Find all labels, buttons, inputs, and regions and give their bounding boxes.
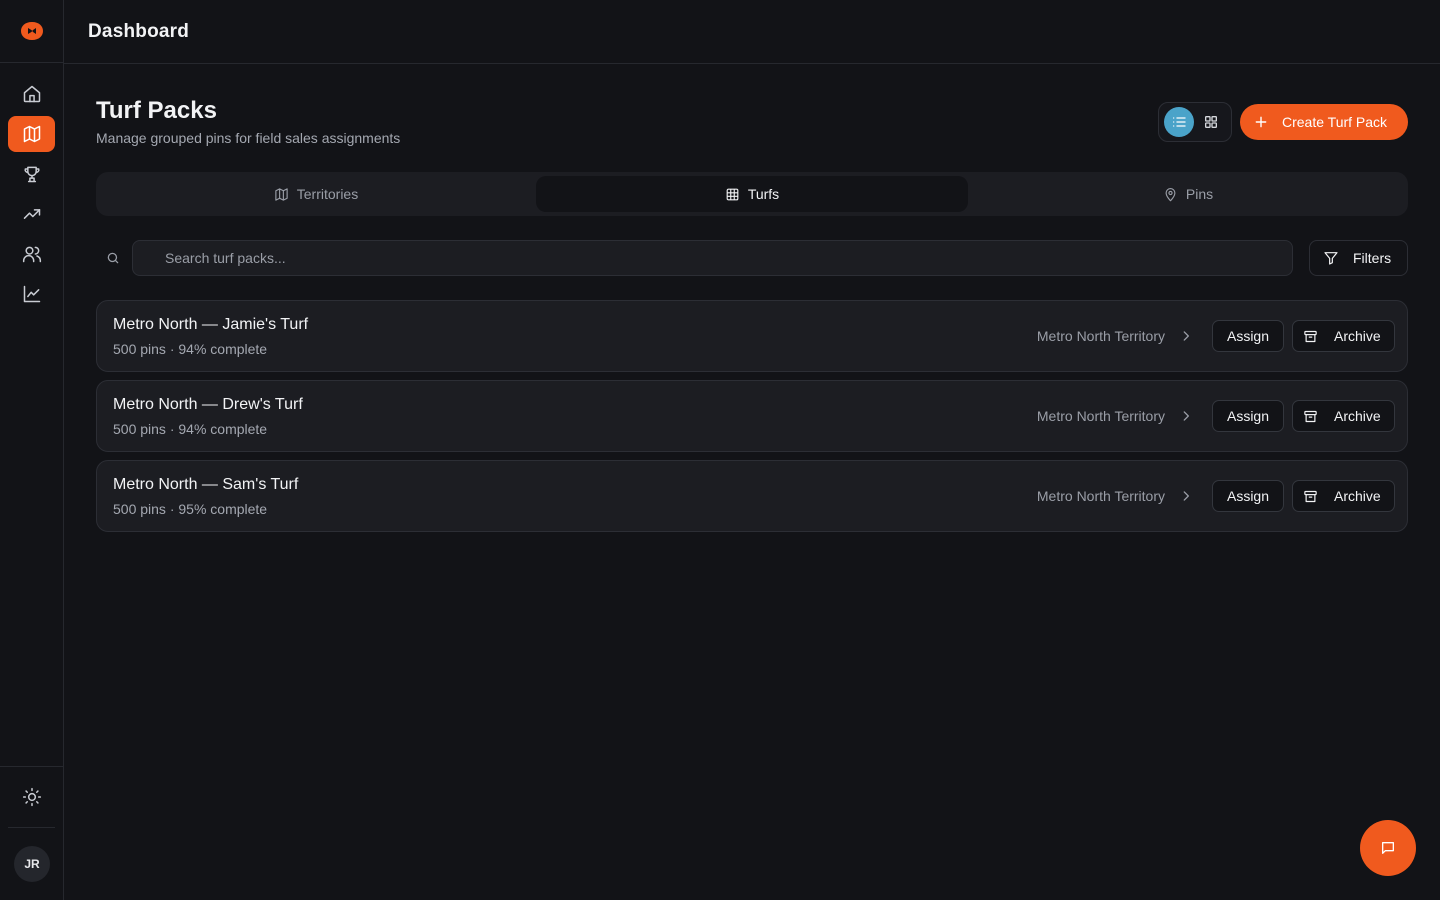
archive-icon: [1304, 410, 1317, 422]
archive-label: Archive: [1334, 328, 1381, 344]
trophy-icon: [23, 166, 40, 183]
turf-pack-meta: 500 pins · 95% complete: [113, 501, 268, 517]
chevron-right-icon[interactable]: [1179, 329, 1193, 343]
assign-button[interactable]: Assign: [1212, 400, 1284, 432]
view-toggle: [1158, 102, 1232, 142]
header-title: Dashboard: [88, 20, 190, 42]
theme-toggle[interactable]: [8, 779, 55, 815]
sidebar-divider: [0, 766, 63, 767]
archive-icon: [1304, 330, 1317, 342]
turf-pack-territory[interactable]: Metro North Territory: [1037, 408, 1165, 424]
chat-button[interactable]: [1360, 820, 1416, 876]
turf-pack-meta: 500 pins · 94% complete: [113, 341, 268, 357]
list-view-button[interactable]: [1164, 107, 1194, 137]
create-turf-pack-label: Create Turf Pack: [1282, 114, 1388, 130]
section-tabs: Territories Turfs Pins: [96, 172, 1408, 216]
plus-icon: [1255, 116, 1267, 128]
filters-button[interactable]: Filters: [1309, 240, 1408, 276]
page-subtitle: Manage grouped pins for field sales assi…: [96, 130, 401, 146]
chevron-right-icon[interactable]: [1179, 489, 1193, 503]
message-square-icon: [1382, 842, 1394, 854]
filter-icon: [1324, 252, 1338, 265]
turf-pack-name: Metro North — Drew's Turf: [113, 396, 303, 413]
tab-territories[interactable]: Territories: [100, 176, 532, 212]
sidebar-item-analytics[interactable]: [8, 276, 55, 312]
archive-icon: [1304, 490, 1317, 502]
filters-label: Filters: [1353, 250, 1392, 266]
grid-icon: [726, 188, 739, 200]
sun-icon: [22, 787, 41, 807]
page-title: Turf Packs: [96, 97, 217, 124]
list-item[interactable]: Metro North — Jamie's Turf 500 pins · 94…: [96, 300, 1408, 372]
map-icon: [23, 125, 40, 143]
archive-label: Archive: [1334, 408, 1381, 424]
tab-label: Pins: [1185, 186, 1214, 202]
sidebar: JR: [0, 0, 64, 900]
tab-label: Territories: [296, 186, 359, 202]
archive-button[interactable]: Archive: [1292, 480, 1395, 512]
assign-button[interactable]: Assign: [1212, 480, 1284, 512]
map-pin-icon: [1165, 187, 1176, 201]
avatar[interactable]: JR: [14, 846, 50, 882]
turf-pack-meta: 500 pins · 94% complete: [113, 421, 268, 437]
turf-pack-territory[interactable]: Metro North Territory: [1037, 328, 1165, 344]
map-icon: [275, 187, 288, 201]
list-item[interactable]: Metro North — Drew's Turf 500 pins · 94%…: [96, 380, 1408, 452]
archive-button[interactable]: Archive: [1292, 400, 1395, 432]
chevron-right-icon[interactable]: [1179, 409, 1193, 423]
turf-pack-name: Metro North — Sam's Turf: [113, 476, 299, 493]
sidebar-item-performance[interactable]: [8, 196, 55, 232]
sidebar-item-leaderboard[interactable]: [8, 156, 55, 192]
sidebar-item-team[interactable]: [8, 236, 55, 272]
search-input[interactable]: [132, 240, 1293, 276]
top-bar: Dashboard: [64, 0, 1440, 64]
search-icon: [107, 252, 119, 264]
sidebar-item-home[interactable]: [8, 76, 55, 112]
tab-turfs[interactable]: Turfs: [536, 176, 968, 212]
tab-pins[interactable]: Pins: [972, 176, 1404, 212]
sidebar-item-territories[interactable]: [8, 116, 55, 152]
grid-view-button[interactable]: [1196, 107, 1226, 137]
users-icon: [22, 246, 41, 263]
create-turf-pack-button[interactable]: Create Turf Pack: [1240, 104, 1408, 140]
tab-label: Turfs: [747, 186, 780, 202]
home-icon: [23, 85, 40, 103]
turf-pack-territory[interactable]: Metro North Territory: [1037, 488, 1165, 504]
list-icon: [1173, 117, 1186, 127]
sidebar-divider: [8, 827, 55, 828]
grid-icon: [1205, 116, 1217, 128]
line-chart-icon: [23, 285, 40, 303]
brand-logo[interactable]: [0, 0, 63, 63]
archive-label: Archive: [1334, 488, 1381, 504]
brand-logo-icon: [20, 22, 43, 40]
assign-button[interactable]: Assign: [1212, 320, 1284, 352]
turf-pack-name: Metro North — Jamie's Turf: [113, 316, 309, 333]
archive-button[interactable]: Archive: [1292, 320, 1395, 352]
trending-up-icon: [23, 209, 40, 219]
list-item[interactable]: Metro North — Sam's Turf 500 pins · 95% …: [96, 460, 1408, 532]
